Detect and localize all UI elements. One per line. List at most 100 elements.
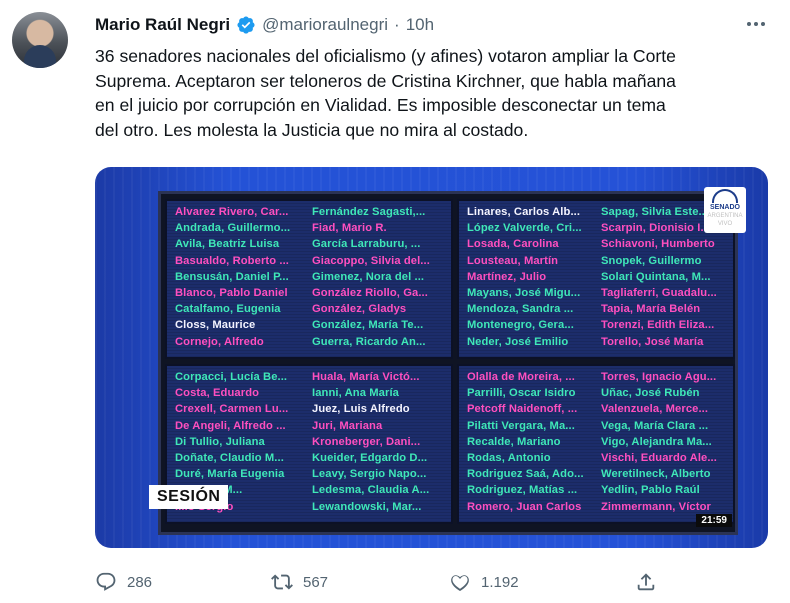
tweet-actions: 286 567 1.192 <box>95 568 665 596</box>
senator-vote-row: Recalde, Mariano <box>467 435 561 448</box>
tweet-header: Mario Raúl Negri @marioraulnegri · 10h <box>95 12 434 38</box>
senado-logo: SENADO ARGENTINA VIVO <box>704 187 746 233</box>
senator-vote-row: Duré, María Eugenia <box>175 468 285 481</box>
broadcast-clock: 21:59 <box>696 514 732 527</box>
senator-vote-row: Zimmermann, Víctor <box>601 500 711 513</box>
verified-badge-icon <box>237 16 255 34</box>
senator-vote-row: Closs, Maurice <box>175 319 256 332</box>
senator-vote-row: Mayans, José Migu... <box>467 286 581 299</box>
share-icon <box>637 573 655 591</box>
senator-vote-row: Rodriguez Saá, Ado... <box>467 468 584 481</box>
senator-vote-row: Rodriguez, Matías ... <box>467 484 578 497</box>
senator-vote-row: Lewandowski, Mar... <box>312 500 422 513</box>
senator-vote-row: Kroneberger, Dani... <box>312 435 421 448</box>
senator-vote-row: Fernández Sagasti,... <box>312 206 426 218</box>
senator-vote-row: Solari Quintana, M... <box>601 270 711 283</box>
tweet-text-line: Suprema. Aceptaron ser teloneros de Cris… <box>95 70 676 91</box>
senator-vote-row: Juez, Luis Alfredo <box>312 403 410 416</box>
senator-vote-row: Rodas, Antonio <box>467 451 551 464</box>
senator-vote-row: Di Tullio, Juliana <box>175 435 265 448</box>
senator-vote-row: Huala, María Victó... <box>312 371 420 383</box>
tweet-text-line: del otro. Les molesta la Justicia que no… <box>95 119 529 140</box>
senator-vote-row: Lousteau, Martín <box>467 254 559 267</box>
author-name[interactable]: Mario Raúl Negri <box>95 15 230 35</box>
author-handle[interactable]: @marioraulnegri <box>262 15 388 35</box>
dome-icon <box>712 189 738 203</box>
logo-subtext: ARGENTINA <box>707 213 743 219</box>
author-avatar[interactable] <box>12 12 68 68</box>
senator-vote-row: Tagliaferri, Guadalu... <box>601 286 717 299</box>
retweet-icon <box>271 574 293 590</box>
retweet-button[interactable]: 567 <box>271 571 328 593</box>
senator-vote-row: Yedlin, Pablo Raúl <box>601 484 700 497</box>
senator-vote-row: Schiavoni, Humberto <box>601 238 715 251</box>
senator-vote-row: Leavy, Sergio Napo... <box>312 468 427 481</box>
senator-vote-row: Avila, Beatriz Luisa <box>175 238 280 251</box>
senator-vote-row: Ianni, Ana María <box>312 387 399 400</box>
senator-vote-row: Torres, Ignacio Agu... <box>601 371 717 383</box>
tweet-text: 36 senadores nacionales del oficialismo … <box>95 44 775 142</box>
senator-vote-row: Guerra, Ricardo An... <box>312 335 426 348</box>
vote-panel: Olalla de Moreira, ... Parrilli, Oscar Is… <box>457 364 735 524</box>
live-label: VIVO <box>717 221 733 227</box>
senator-vote-row: Kueider, Edgardo D... <box>312 451 428 464</box>
senator-vote-row: Romero, Juan Carlos <box>467 500 582 513</box>
senator-vote-row: Giacoppo, Silvia del... <box>312 254 430 267</box>
senator-vote-row: Catalfamo, Eugenia <box>175 303 281 316</box>
senator-vote-row: Snopek, Guillermo <box>601 254 702 267</box>
senator-vote-row: Losada, Carolina <box>467 238 559 251</box>
senator-vote-row: Ledesma, Claudia A... <box>312 484 430 497</box>
senator-vote-row: Martínez, Julio <box>467 270 547 283</box>
senator-vote-row: Valenzuela, Merce... <box>601 403 709 416</box>
senator-vote-row: De Angeli, Alfredo ... <box>175 419 286 432</box>
vote-board: Alvarez Rivero, Car... Andrada, Guillermo… <box>158 191 738 535</box>
senator-column: Huala, María Victó... Ianni, Ana María Jue… <box>312 369 444 515</box>
share-button[interactable] <box>635 571 657 593</box>
senator-vote-row: Juri, Mariana <box>312 419 383 432</box>
senator-vote-row: Uñac, José Rubén <box>601 387 700 400</box>
reply-button[interactable]: 286 <box>95 571 152 593</box>
senator-vote-row: Petcoff Naidenoff, ... <box>467 403 578 416</box>
senator-vote-row: Bensusán, Daniel P... <box>175 270 289 283</box>
senator-vote-row: López Valverde, Cri... <box>467 222 582 235</box>
senator-vote-row: Corpacci, Lucía Be... <box>175 371 288 383</box>
senator-vote-row: Vigo, Alejandra Ma... <box>601 435 712 448</box>
senator-vote-row: Crexell, Carmen Lu... <box>175 403 289 416</box>
senator-vote-row: Linares, Carlos Alb... <box>467 206 581 218</box>
senator-column: Olalla de Moreira, ... Parrilli, Oscar Is… <box>467 369 599 515</box>
senator-column: Fernández Sagasti,... Fiad, Mario R. Garcí… <box>312 204 444 350</box>
senator-vote-row: Torenzi, Edith Eliza... <box>601 319 715 332</box>
senator-vote-row: Mendoza, Sandra ... <box>467 303 574 316</box>
tweet-media-image[interactable]: Alvarez Rivero, Car... Andrada, Guillermo… <box>95 167 768 548</box>
reply-count: 286 <box>127 573 153 591</box>
separator-dot: · <box>394 15 400 34</box>
reply-icon <box>96 572 116 591</box>
tweet-timestamp[interactable]: 10h <box>406 15 434 35</box>
vote-panel: Linares, Carlos Alb... López Valverde, Cr… <box>457 199 735 359</box>
senator-vote-row: Vischi, Eduardo Ale... <box>601 451 717 464</box>
senator-vote-row: Olalla de Moreira, ... <box>467 371 575 383</box>
senator-vote-row: Parrilli, Oscar Isidro <box>467 387 576 400</box>
senator-vote-row: González, Gladys <box>312 303 407 316</box>
senator-vote-row: García Larraburu, ... <box>312 238 421 251</box>
senator-vote-row: Andrada, Guillermo... <box>175 222 291 235</box>
senator-vote-row: Costa, Eduardo <box>175 387 260 400</box>
vote-panel: Alvarez Rivero, Car... Andrada, Guillermo… <box>165 199 453 359</box>
senator-vote-row: Neder, José Emilio <box>467 335 569 348</box>
like-count: 1.192 <box>481 573 519 591</box>
logo-text: SENADO <box>710 204 740 211</box>
heart-icon <box>451 575 469 592</box>
like-button[interactable]: 1.192 <box>449 571 519 593</box>
senator-column: Torres, Ignacio Agu... Uñac, José Rubén Va… <box>601 369 733 515</box>
senator-column: Linares, Carlos Alb... López Valverde, Cr… <box>467 204 599 350</box>
senator-vote-row: Fiad, Mario R. <box>312 222 387 235</box>
more-options-icon <box>747 22 765 26</box>
senator-vote-row: Alvarez Rivero, Car... <box>175 206 289 218</box>
more-options-button[interactable] <box>744 14 768 34</box>
senator-vote-row: Montenegro, Gera... <box>467 319 574 332</box>
senator-column: Alvarez Rivero, Car... Andrada, Guillermo… <box>175 204 307 350</box>
senator-vote-row: González Riollo, Ga... <box>312 286 428 299</box>
tweet-text-line: 36 senadores nacionales del oficialismo … <box>95 46 676 66</box>
retweet-count: 567 <box>303 573 329 591</box>
tweet-text-line: en el juicio por corrupción en Vialidad.… <box>95 95 666 115</box>
